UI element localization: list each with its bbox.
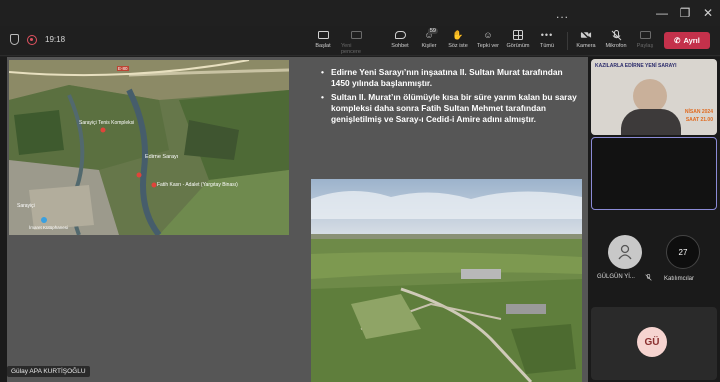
more-icon: •••	[540, 30, 554, 40]
video-time-text: SAAT 21.00	[685, 117, 713, 123]
react-button[interactable]: ☺ Tepki ver	[473, 30, 503, 49]
participant-count: 27	[666, 235, 700, 269]
participant-face	[633, 79, 667, 113]
title-bar: ... — ❐ ✕	[0, 0, 720, 26]
map-label-park: Sarayiçi Tenis Kompleksi	[79, 120, 135, 126]
map-label-library: İmaret Kütüphanesi	[29, 225, 69, 230]
raise-hand-button[interactable]: ✋ Söz iste	[443, 29, 473, 50]
camera-label: Kamera	[576, 43, 596, 49]
people-count-badge: 59	[427, 28, 438, 34]
microphone-button[interactable]: Mikrofon	[601, 29, 631, 49]
share-icon	[317, 30, 329, 40]
map-label-district: Sarayiçi	[17, 203, 35, 209]
view-label: Görünüm	[506, 43, 530, 49]
close-button[interactable]: ✕	[697, 4, 719, 22]
minimize-button[interactable]: —	[651, 4, 673, 22]
participant-video-tile[interactable]: KAZILARLA EDİRNE YENİ SARAYI NİSAN 2024 …	[591, 59, 717, 135]
toolbar-divider	[567, 32, 568, 50]
view-button[interactable]: Görünüm	[503, 30, 533, 49]
participant-name: GÜLGÜN Yİ...	[597, 274, 635, 280]
microphone-label: Mikrofon	[605, 43, 627, 49]
new-window-icon	[350, 30, 362, 40]
presentation-slide: E-80 Sarayiçi Tenis Kompleksi Edirne Sar…	[7, 57, 588, 382]
more-label: Tümü	[539, 43, 555, 49]
react-label: Tepki ver	[476, 43, 499, 49]
people-label: Kişiler	[421, 43, 437, 49]
participant-panel: KAZILARLA EDİRNE YENİ SARAYI NİSAN 2024 …	[588, 57, 720, 382]
view-icon	[512, 30, 524, 40]
share-screen-button[interactable]: Paylaş	[630, 30, 660, 49]
aerial-photo	[311, 179, 582, 382]
initials-avatar: GÜ	[637, 327, 667, 357]
raise-hand-label: Söz iste	[448, 43, 468, 49]
shield-icon	[10, 34, 19, 45]
meeting-toolbar: 19:18 Başlat Yeni pencere Sohbet ☺ 59 Ki…	[0, 26, 720, 56]
bullet-2: Sultan II. Murat’ın ölümüyle kısa bir sü…	[319, 92, 579, 125]
chat-label: Sohbet	[391, 43, 409, 49]
leave-label: Ayrıl	[683, 36, 700, 45]
map-label-pavilion: Fatih Kasrı - Adalet (Yargıtay Binası)	[157, 182, 238, 188]
person-icon	[618, 244, 632, 260]
share-label: Başlat	[315, 43, 331, 49]
slide-text: Edirne Yeni Sarayı’nın inşaatına II. Sul…	[319, 67, 579, 128]
avatar	[608, 235, 642, 269]
chat-icon	[394, 30, 406, 40]
new-window-label: Yeni pencere	[341, 43, 361, 55]
camera-off-icon	[580, 30, 592, 40]
share-button[interactable]: Başlat	[308, 30, 338, 49]
meeting-timer: 19:18	[45, 35, 66, 44]
new-window-button[interactable]: Yeni pencere	[341, 30, 371, 55]
muted-mic-icon	[645, 274, 652, 283]
camera-button[interactable]: Kamera	[571, 30, 601, 49]
share-screen-label: Paylaş	[636, 43, 654, 49]
maximize-button[interactable]: ❐	[674, 4, 696, 22]
participant-initials-tile[interactable]: GÜ	[591, 307, 717, 380]
chat-button[interactable]: Sohbet	[385, 30, 415, 49]
more-button[interactable]: ••• Tümü	[532, 30, 562, 49]
recording-icon	[27, 34, 37, 45]
video-date-text: NİSAN 2024	[684, 109, 713, 115]
people-button[interactable]: ☺ 59 Kişiler	[414, 28, 444, 49]
shared-screen: E-80 Sarayiçi Tenis Kompleksi Edirne Sar…	[0, 57, 588, 382]
share-screen-icon	[639, 30, 651, 40]
road-label: E-80	[117, 66, 129, 71]
map-label-palace: Edirne Sarayı	[145, 154, 179, 160]
react-icon: ☺	[483, 30, 493, 40]
active-participant-tile[interactable]	[591, 137, 717, 210]
phone-icon: ✆	[674, 36, 681, 45]
participant-count-label: Katılımcılar	[664, 276, 695, 282]
mic-off-icon	[610, 29, 622, 40]
raise-hand-icon: ✋	[452, 29, 464, 40]
participants-count-tile[interactable]: 27 Katılımcılar	[658, 229, 718, 289]
leave-button[interactable]: ✆ Ayrıl	[664, 32, 710, 49]
bullet-1: Edirne Yeni Sarayı’nın inşaatına II. Sul…	[319, 67, 579, 89]
more-options-icon[interactable]: ...	[556, 7, 569, 21]
participant-gulgun[interactable]: GÜLGÜN Yİ...	[591, 229, 655, 289]
participant-body	[621, 109, 681, 135]
satellite-map: E-80 Sarayiçi Tenis Kompleksi Edirne Sar…	[9, 60, 289, 235]
presenter-name-tag: Gülay APA KURTİŞOĞLU	[7, 366, 90, 377]
video-banner-text: KAZILARLA EDİRNE YENİ SARAYI	[595, 63, 677, 69]
